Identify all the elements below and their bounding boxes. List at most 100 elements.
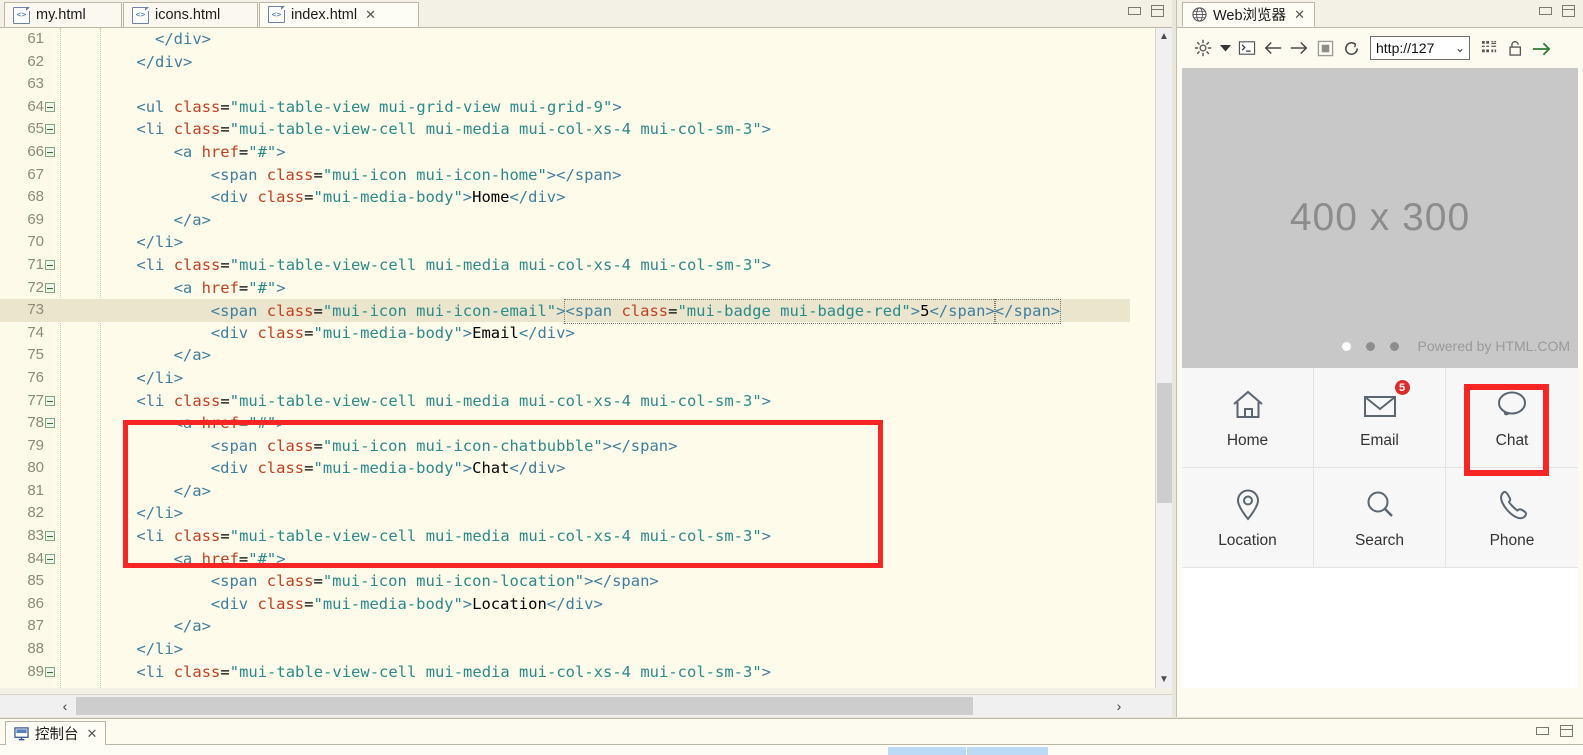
grid-cell-phone[interactable]: Phone [1446,468,1578,568]
code-line[interactable]: 83 <li class="mui-table-view-cell mui-med… [0,525,1130,548]
code-line[interactable]: 76 </li> [0,367,1130,390]
carousel-dot-1[interactable] [1341,341,1351,351]
console-pane: 控制台 ✕ [0,718,1583,755]
code-token: <li [136,391,174,410]
code-line[interactable]: 72 <a href="#"> [0,277,1130,300]
code-fold-toggle-icon[interactable] [45,666,55,677]
code-line[interactable]: 84 <a href="#"> [0,548,1130,571]
editor-tab-icons-html[interactable]: <> icons.html [123,2,258,27]
code-token: <li [136,120,174,139]
code-fold-toggle-icon[interactable] [45,282,55,293]
code-fold-toggle-icon[interactable] [45,101,55,112]
editor-tab-index-html[interactable]: <> index.html ✕ [259,2,419,27]
maximize-icon[interactable] [1562,5,1575,17]
vertical-scrollbar-thumb[interactable] [1157,383,1172,503]
editor-vertical-scrollbar[interactable]: ▲ ▼ [1155,28,1172,688]
code-line[interactable]: 79 <span class="mui-icon mui-icon-chatbub… [0,435,1130,458]
grid-cell-location[interactable]: Location [1182,468,1314,568]
code-line[interactable]: 89 <li class="mui-table-view-cell mui-med… [0,661,1130,684]
code-line[interactable]: 78 <a href="#"> [0,412,1130,435]
code-token: href [201,278,239,297]
scroll-down-arrow-icon[interactable]: ▼ [1156,671,1172,688]
code-line[interactable]: 63 [0,73,1130,96]
code-line[interactable]: 81 </a> [0,480,1130,503]
code-line[interactable]: 71 <li class="mui-table-view-cell mui-med… [0,254,1130,277]
code-line[interactable]: 85 <span class="mui-icon mui-icon-locatio… [0,570,1130,593]
code-line[interactable]: 80 <div class="mui-media-body">Chat</div> [0,457,1130,480]
code-line[interactable]: 66 <a href="#"> [0,141,1130,164]
url-input[interactable]: http://127 ⌄ [1370,36,1470,60]
code-line[interactable]: 61 </div> [0,28,1130,51]
placeholder-dimensions-label: 400 x 300 [1289,196,1471,239]
code-line[interactable]: 68 <div class="mui-media-body">Home</div> [0,186,1130,209]
code-fold-toggle-icon[interactable] [45,418,55,429]
code-token: "mui-table-view mui-grid-view mui-grid-9… [229,97,613,116]
code-fold-toggle-icon[interactable] [45,259,55,270]
code-fold-toggle-icon[interactable] [45,146,55,157]
code-line[interactable]: 64 <ul class="mui-table-view mui-grid-vie… [0,96,1130,119]
minimize-icon[interactable] [1536,727,1549,735]
code-line[interactable]: 65 <li class="mui-table-view-cell mui-med… [0,118,1130,141]
settings-gear-icon[interactable] [1190,35,1216,61]
back-arrow-icon[interactable] [1260,35,1286,61]
scroll-right-arrow-icon[interactable]: › [1108,695,1130,717]
code-fold-toggle-icon[interactable] [45,124,55,135]
code-line[interactable]: 86 <div class="mui-media-body">Location</… [0,593,1130,616]
line-number: 69 [27,210,44,228]
chevron-down-icon[interactable]: ⌄ [1455,41,1465,55]
carousel-dot-2[interactable] [1365,341,1375,351]
go-arrow-icon[interactable] [1528,35,1554,61]
code-fold-toggle-icon[interactable] [45,395,55,406]
editor-tab-my-html[interactable]: <> my.html [4,2,122,27]
close-icon[interactable]: ✕ [365,8,376,21]
code-editor-area[interactable]: 61 </div> 62 </div> 63 64 <ul class="mui-table… [0,28,1172,688]
code-line[interactable]: 62 </div> [0,51,1130,74]
code-line[interactable]: 82 </li> [0,502,1130,525]
mui-grid-view: Home 5 Email Chat Location Search Phone [1182,368,1578,568]
code-line[interactable]: 74 <div class="mui-media-body">Email</div… [0,322,1130,345]
unlock-padlock-icon[interactable] [1502,35,1528,61]
maximize-icon[interactable] [1560,725,1573,737]
code-line[interactable]: 77 <li class="mui-table-view-cell mui-med… [0,390,1130,413]
minimize-icon[interactable] [1539,7,1552,15]
stop-icon[interactable] [1312,35,1338,61]
carousel-dot-3[interactable] [1389,341,1399,351]
tab-web-browser[interactable]: Web浏览器 ✕ [1182,2,1315,27]
refresh-icon[interactable] [1338,35,1364,61]
code-token: = [220,97,230,116]
code-selection-box: <span class="mui-badge mui-badge-red">5<… [564,299,996,324]
qr-code-icon[interactable] [1476,35,1502,61]
code-fold-toggle-icon[interactable] [45,531,55,542]
close-icon[interactable]: ✕ [87,727,98,740]
code-line[interactable]: 87 </a> [0,615,1130,638]
eclipse-ide-window: <> my.html <> icons.html <> index.html ✕ 61 </d… [0,0,1583,755]
code-token: class [173,97,221,116]
code-line[interactable]: 75 </a> [0,344,1130,367]
code-line[interactable]: 67 <span class="mui-icon mui-icon-home"><… [0,164,1130,187]
scroll-up-arrow-icon[interactable]: ▲ [1156,28,1172,45]
maximize-icon[interactable] [1151,5,1164,17]
console-output-area[interactable] [0,745,1583,755]
code-fold-toggle-icon[interactable] [45,553,55,564]
code-token: class [621,302,669,321]
minimize-icon[interactable] [1128,7,1141,15]
line-number: 75 [27,346,44,364]
code-line[interactable]: 88 </li> [0,638,1130,661]
horizontal-scrollbar-thumb[interactable] [76,697,973,715]
editor-horizontal-scrollbar[interactable]: ‹ › [0,694,1172,717]
console-terminal-icon[interactable] [1234,35,1260,61]
grid-cell-email[interactable]: 5 Email [1314,368,1446,468]
code-line[interactable]: 73 <span class="mui-icon mui-icon-email">… [0,299,1130,324]
code-token: "mui-table-view-cell mui-media mui-col-x… [229,527,762,546]
scroll-left-arrow-icon[interactable]: ‹ [54,695,76,717]
editor-tab-bar: <> my.html <> icons.html <> index.html ✕ [0,0,1172,28]
forward-arrow-icon[interactable] [1286,35,1312,61]
grid-cell-search[interactable]: Search [1314,468,1446,568]
code-line[interactable]: 70 </li> [0,231,1130,254]
code-line[interactable]: 69 </a> [0,209,1130,232]
grid-cell-chat[interactable]: Chat [1446,368,1578,468]
tab-console[interactable]: 控制台 ✕ [5,721,107,745]
grid-cell-home[interactable]: Home [1182,368,1314,468]
close-icon[interactable]: ✕ [1294,8,1305,21]
dropdown-arrow-icon[interactable] [1216,35,1234,61]
